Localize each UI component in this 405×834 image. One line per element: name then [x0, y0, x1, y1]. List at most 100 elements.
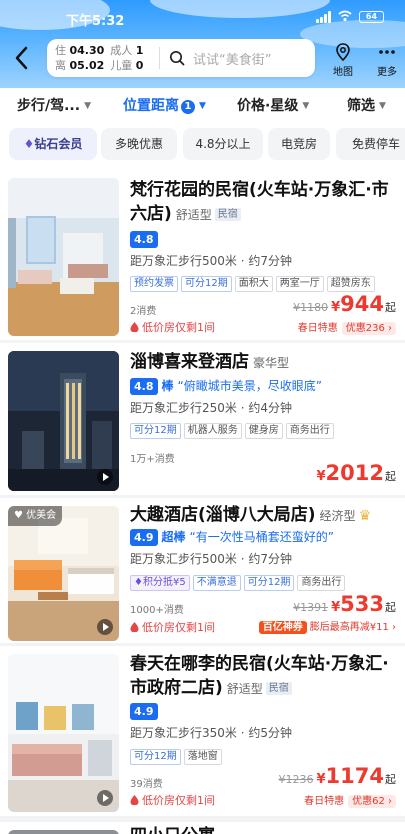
search-box[interactable]: 住 04.30 成人 1 离 05.02 儿童 0 试试“美食街”	[47, 39, 315, 77]
current-price: ¥1174	[317, 764, 385, 788]
diamond-icon: ♦	[134, 577, 143, 588]
hotel-photo[interactable]	[8, 178, 119, 336]
distance-text: 距万象汇步行350米 · 约5分钟	[130, 726, 292, 740]
hotel-name[interactable]: 梵行花园的民宿(火车站·万象汇·市六店) 舒适型 民宿	[130, 178, 395, 227]
hotel-card[interactable]: 春天在哪李的民宿(火车站·万象汇·市政府二店) 舒适型 民宿 4.9 距万象汇步行3…	[0, 646, 405, 816]
filter-more[interactable]: 筛选 ▼	[347, 95, 386, 115]
chip-diamond-member[interactable]: ♦钻石会员	[9, 128, 97, 160]
divider	[159, 47, 160, 69]
consumption-count: 39消费	[130, 779, 163, 790]
price-suffix: 起	[385, 601, 396, 614]
distance-text: 距万象汇步行500米 · 约7分钟	[130, 254, 292, 268]
feature-tag: 可分12期	[130, 749, 181, 765]
filter-walk-drive[interactable]: 步行/驾... ▼	[17, 95, 91, 115]
hotel-photo[interactable]: ♥ 优美会	[8, 506, 119, 641]
price-suffix: 起	[385, 301, 396, 314]
rating-word: 超棒	[161, 530, 186, 544]
promo-offer: 优惠236 ›	[341, 322, 396, 335]
low-price-alert: 低价房仅剩1间	[130, 319, 215, 335]
chip-label: 电竞房	[280, 137, 317, 151]
promo-row[interactable]: 春日特惠 优惠236 ›	[297, 319, 396, 335]
children-count: 0	[135, 59, 144, 72]
filter-distance[interactable]: 位置距离 1 ▼	[123, 95, 206, 115]
rating-row: 4.9	[130, 703, 158, 720]
feature-tag: 可分12期	[181, 276, 232, 292]
promo-row[interactable]: 百亿神券 膨后最高再减¥11 ›	[258, 618, 396, 634]
chip-label: 免费停车	[351, 137, 400, 151]
chip-esports-room[interactable]: 电竞房	[268, 128, 330, 160]
feature-tag: 不满意退	[192, 575, 241, 591]
low-price-alert: 低价房仅剩1间	[130, 792, 215, 808]
search-icon	[169, 50, 185, 66]
hotel-name[interactable]: 大趣酒店(淄博八大局店) 经济型 ♛	[130, 503, 395, 528]
low-price-text: 低价房仅剩1间	[142, 621, 215, 634]
hotel-type: 豪华型	[253, 356, 290, 370]
status-bar: 下午5:32 64	[0, 0, 405, 32]
play-icon[interactable]	[97, 790, 113, 806]
filter-label: 筛选	[347, 98, 375, 114]
hotel-name-text: 梵行花园的民宿(火车站·万象汇·市六店)	[130, 180, 389, 224]
price-block: ¥1180 ¥944起	[293, 292, 396, 316]
map-button[interactable]: 地图	[328, 42, 358, 78]
filter-count-badge: 1	[181, 100, 195, 114]
feature-tag: 商务出行	[297, 575, 346, 591]
signal-icon	[316, 11, 334, 23]
chip-free-parking[interactable]: 免费停车	[336, 128, 405, 160]
hotel-card[interactable]: 四小只公寓	[0, 822, 405, 834]
promo-row[interactable]: 春日特惠 优惠62 ›	[304, 792, 396, 808]
feature-tags: 预约发票 可分12期 面积大 两室一厅 超赞房东	[130, 271, 378, 292]
feature-tag: ♦积分抵¥5	[130, 575, 190, 591]
chip-multi-night[interactable]: 多晚优惠	[101, 128, 177, 160]
status-time: 下午5:32	[66, 14, 125, 29]
hotel-photo[interactable]	[8, 351, 119, 491]
more-icon	[379, 50, 395, 54]
hotel-type: 舒适型	[226, 682, 263, 696]
filter-price-star[interactable]: 价格·星级 ▼	[237, 95, 309, 115]
feature-tags: 可分12期 落地窗	[130, 744, 225, 765]
current-price: ¥533	[331, 592, 384, 616]
hotel-type: 舒适型	[175, 208, 212, 222]
review-quote: “有一次性马桶套还蛮好的”	[189, 530, 334, 544]
checkout-label: 离	[55, 59, 66, 72]
feature-tags: 可分12期 机器人服务 健身房 商务出行	[130, 418, 337, 439]
feature-tag: 可分12期	[130, 423, 181, 439]
consumption-count: 1万+消费	[130, 454, 175, 465]
feature-tag: 机器人服务	[183, 423, 242, 439]
distance-text: 距万象汇步行500米 · 约7分钟	[130, 552, 292, 566]
promo-text: 春日特惠	[297, 323, 338, 334]
date-guest-selector[interactable]: 住 04.30 成人 1 离 05.02 儿童 0	[55, 43, 167, 73]
current-price: ¥2012	[316, 461, 385, 485]
hotel-name[interactable]: 淄博喜来登酒店 豪华型	[130, 350, 395, 375]
header: 下午5:32 64 住 04.30 成人 1 离 05.02 儿童 0 试试“美食街…	[0, 0, 405, 88]
hotel-name[interactable]: 春天在哪李的民宿(火车站·万象汇·市政府二店) 舒适型 民宿	[130, 652, 395, 701]
feature-tag: 预约发票	[130, 276, 178, 292]
original-price: ¥1236	[278, 773, 314, 786]
low-price-alert: 低价房仅剩1间	[130, 619, 215, 635]
consumption-count: 1000+消费	[130, 605, 184, 616]
current-price: ¥944	[331, 292, 384, 316]
price-value: 533	[340, 592, 384, 616]
chip-label: 4.8分以上	[195, 137, 251, 151]
currency-symbol: ¥	[316, 469, 326, 484]
search-input[interactable]: 试试“美食街”	[193, 49, 271, 68]
filter-label: 价格·星级	[237, 98, 299, 114]
feature-tag: 超赞房东	[326, 276, 375, 292]
hotel-name[interactable]: 四小只公寓	[130, 824, 395, 834]
back-button[interactable]	[12, 44, 34, 72]
play-icon[interactable]	[97, 469, 113, 485]
hotel-photo[interactable]	[8, 654, 119, 812]
chip-rating[interactable]: 4.8分以上	[183, 128, 263, 160]
hotel-card[interactable]: 梵行花园的民宿(火车站·万象汇·市六店) 舒适型 民宿 4.8 距万象汇步行500米…	[0, 170, 405, 340]
more-button[interactable]: 更多	[372, 42, 402, 78]
hotel-name-text: 四小只公寓	[130, 826, 215, 834]
price-block: ¥2012起	[317, 461, 397, 485]
chevron-left-icon	[15, 46, 28, 70]
checkin-label: 住	[55, 44, 66, 57]
hotel-card[interactable]: 淄博喜来登酒店 豪华型 4.8 棒 “俯瞰城市美景，尽收眼底” 距万象汇步行250米 …	[0, 343, 405, 495]
hotel-card[interactable]: ♥ 优美会 大趣酒店(淄博八大局店) 经济型 ♛ 4.9 超棒 “有一次性马桶套还蛮好的…	[0, 498, 405, 643]
price-suffix: 起	[385, 470, 396, 483]
hotel-photo[interactable]	[8, 830, 119, 834]
rating-score: 4.8	[130, 378, 158, 395]
play-icon[interactable]	[97, 619, 113, 635]
hotel-category-tag: 民宿	[265, 682, 292, 695]
